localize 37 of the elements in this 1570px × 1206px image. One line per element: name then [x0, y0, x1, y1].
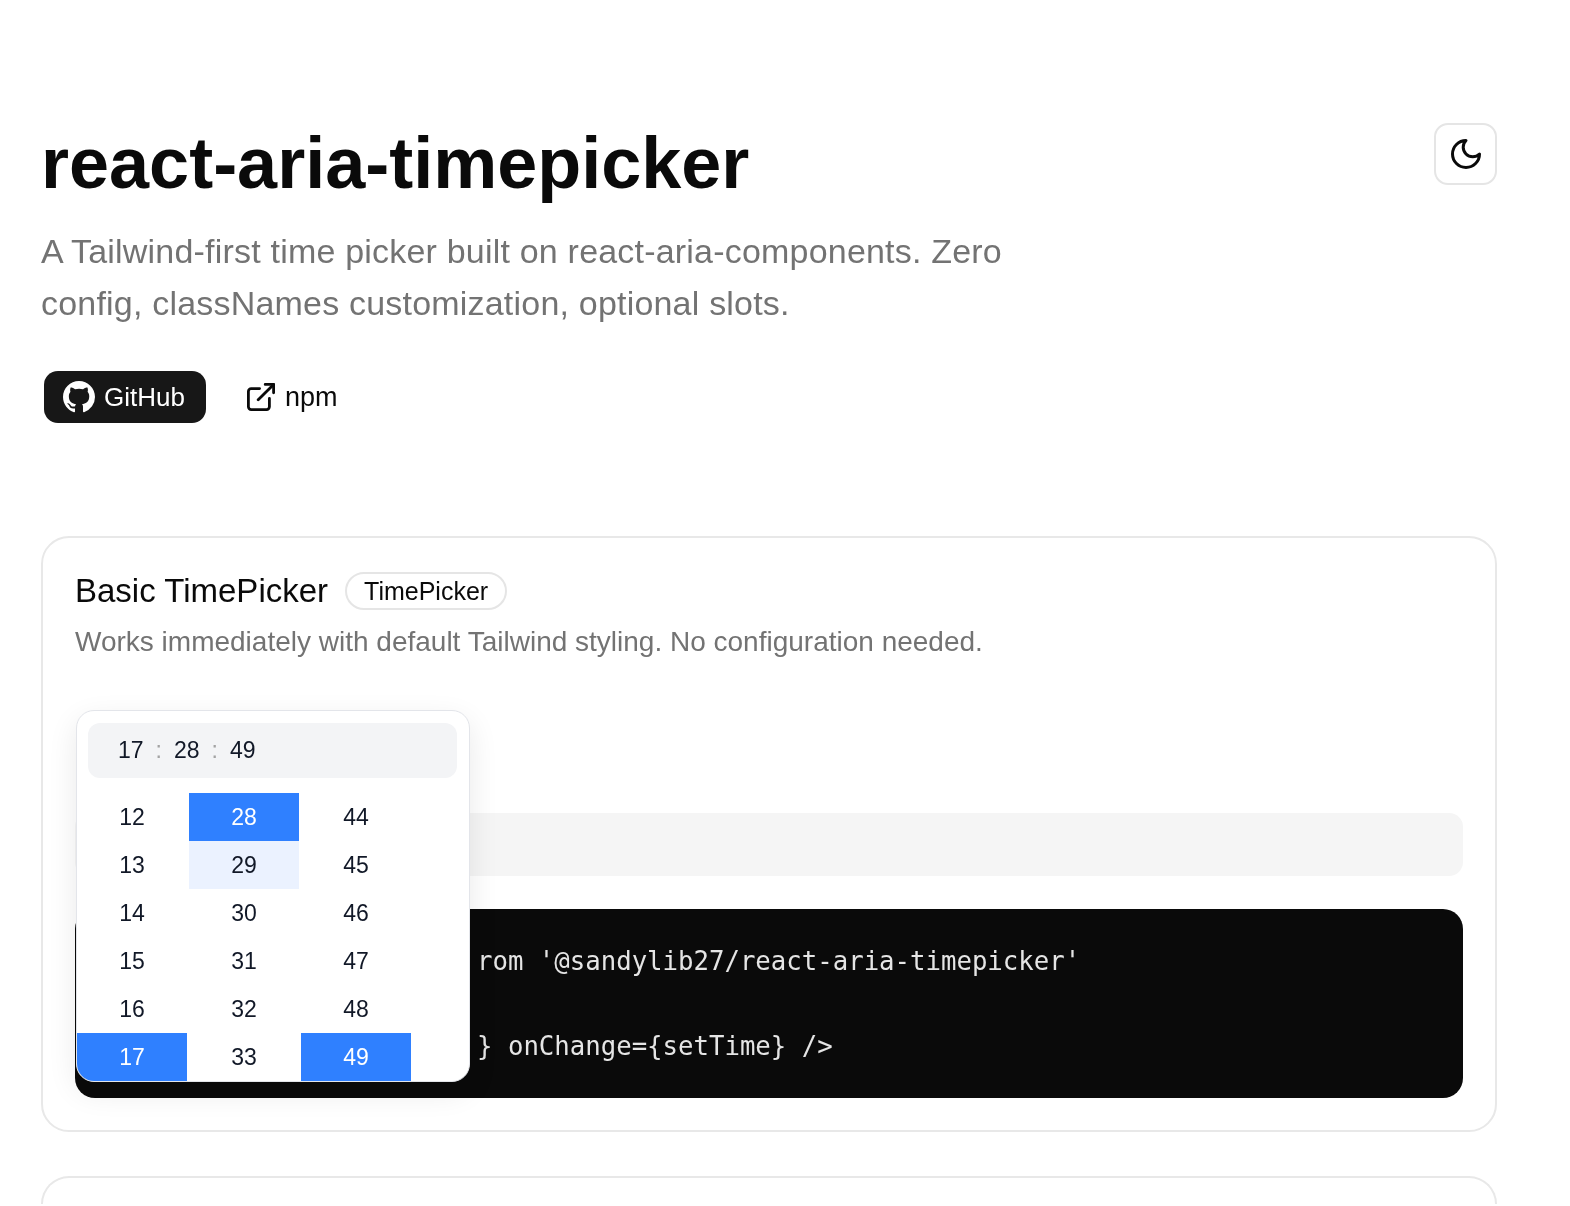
component-badge: TimePicker [345, 572, 508, 610]
page-title: react-aria-timepicker [41, 123, 751, 203]
time-option[interactable]: 48 [301, 985, 411, 1033]
moon-icon [1450, 139, 1481, 169]
primary-link-button[interactable]: GitHub [44, 371, 206, 423]
github-icon [63, 381, 95, 413]
time-option[interactable]: 16 [77, 985, 187, 1033]
time-option[interactable]: 47 [301, 937, 411, 985]
time-segment[interactable]: 17 [118, 737, 144, 764]
time-option[interactable]: 17 [77, 1033, 187, 1081]
code-line: } onChange={setTime} /> [477, 1030, 834, 1063]
time-option[interactable]: 28 [189, 793, 299, 841]
time-option[interactable]: 15 [77, 937, 187, 985]
card-description: Works immediately with default Tailwind styling. No configuration needed. [75, 625, 984, 659]
time-option[interactable]: 46 [301, 889, 411, 937]
time-segment[interactable]: 28 [174, 737, 200, 764]
code-line: rom '@sandylib27/react-aria-timepicker' [477, 945, 1082, 978]
time-segment[interactable]: 49 [229, 737, 256, 764]
theme-toggle-button[interactable] [1434, 123, 1497, 185]
time-option[interactable]: 31 [189, 937, 299, 985]
time-option[interactable]: 12 [77, 793, 187, 841]
time-option[interactable]: 13 [77, 841, 187, 889]
time-option[interactable]: 33 [189, 1033, 299, 1081]
segment-separator: : [211, 737, 218, 764]
time-option[interactable]: 32 [189, 985, 299, 1033]
time-option[interactable]: 45 [301, 841, 411, 889]
time-option[interactable]: 29 [189, 841, 299, 889]
time-option[interactable]: 30 [189, 889, 299, 937]
external-link[interactable]: npm [246, 371, 338, 423]
page-description: A Tailwind-first time picker built on react-aria-components. Zero config, classNames customization, optional slots. [41, 231, 1003, 324]
time-option[interactable]: 49 [301, 1033, 411, 1081]
time-option[interactable]: 14 [77, 889, 187, 937]
time-field[interactable]: 17 : 28 : 49 [88, 723, 457, 778]
time-option[interactable]: 44 [301, 793, 411, 841]
external-link-icon [246, 383, 275, 411]
segment-separator: : [155, 737, 162, 764]
card-title: Basic TimePicker [75, 571, 329, 611]
